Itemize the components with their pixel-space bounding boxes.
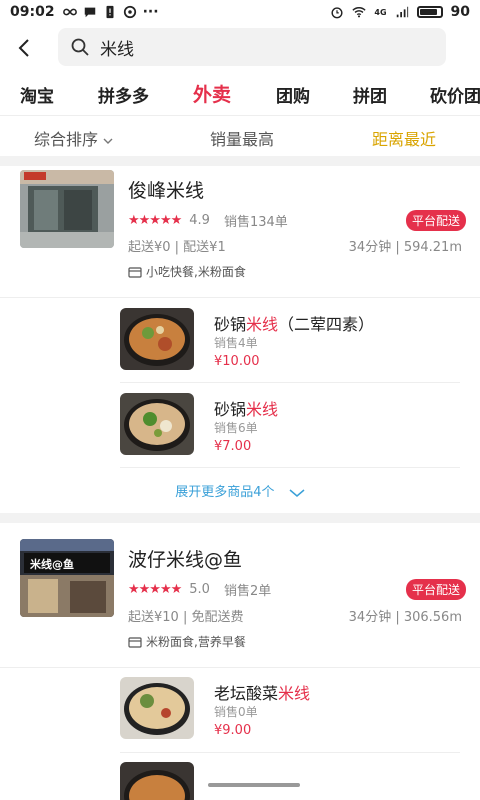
sort-comprehensive[interactable]: 综合排序 <box>34 126 113 150</box>
divider <box>120 467 460 468</box>
dish-sales: 销售6单 <box>214 421 258 435</box>
shop-distance: 34分钟 | 594.21m <box>348 240 462 255</box>
tab-takeout[interactable]: 外卖 <box>193 80 231 107</box>
shop-sales: 销售2单 <box>223 584 272 599</box>
dish-photo <box>120 762 194 800</box>
divider <box>0 667 480 668</box>
store-sign: 米线@鱼 <box>30 558 74 571</box>
dish-name-highlight: 米线 <box>278 684 311 703</box>
storefront-image <box>20 170 114 248</box>
chat-icon <box>84 7 95 18</box>
dish-price: ¥9.00 <box>214 723 252 738</box>
dish-name-prefix: 砂锅 <box>214 315 247 334</box>
search-box[interactable] <box>58 28 446 66</box>
dish-photo <box>120 677 194 739</box>
divider <box>120 382 460 383</box>
shop-name: 俊峰米线 <box>128 180 205 202</box>
sim-alert-icon <box>106 5 114 19</box>
divider <box>120 752 460 753</box>
network-type: 4G <box>374 7 387 17</box>
delivery-fee: 起送¥0 | 配送¥1 <box>128 240 226 255</box>
dish-image <box>120 677 194 739</box>
search-header <box>0 24 480 72</box>
chevron-down-icon <box>103 138 113 144</box>
delivery-fee: 起送¥10 | 免配送费 <box>128 610 244 625</box>
rating-stars: ★★★★★ <box>128 582 182 597</box>
dish-name-suffix: （二荤四素） <box>278 315 375 334</box>
battery-icon <box>416 6 443 18</box>
tab-groupbuy[interactable]: 团购 <box>276 82 310 107</box>
category-text: 小吃快餐,米粉面食 <box>146 265 246 279</box>
signal-icon <box>396 6 408 18</box>
target-icon <box>123 5 136 19</box>
status-right: 4G 90 <box>330 4 470 20</box>
home-indicator[interactable] <box>208 783 300 787</box>
dish-name-highlight: 米线 <box>246 400 279 419</box>
dish-name: 老坛酸菜米线 <box>214 680 310 704</box>
storefront-image <box>20 539 114 617</box>
divider <box>0 513 480 523</box>
sort-bar: 综合排序 销量最高 距离最近 <box>0 116 480 156</box>
dish-name-prefix: 砂锅 <box>214 400 247 419</box>
tab-pintuan[interactable]: 拼团 <box>353 82 387 107</box>
expand-label: 展开更多商品4个 <box>175 485 275 500</box>
tab-pinduoduo[interactable]: 拼多多 <box>98 82 149 107</box>
battery-level: 90 <box>450 4 470 20</box>
wifi-icon <box>352 7 366 18</box>
dish-sales: 销售0单 <box>214 705 258 719</box>
category-tabs: 淘宝 拼多多 外卖 团购 拼团 砍价团 <box>0 72 480 116</box>
divider <box>0 297 480 298</box>
shop-distance: 34分钟 | 306.56m <box>348 610 462 625</box>
shop-rating-row: ★★★★★ 5.0 销售2单 <box>128 580 271 599</box>
rating-stars: ★★★★★ <box>128 213 182 228</box>
dish-sales: 销售4单 <box>214 336 258 350</box>
shop-rating-row: ★★★★★ 4.9 销售134单 <box>128 211 288 230</box>
shop-thumbnail: 米线@鱼 <box>20 539 114 617</box>
dish-price: ¥10.00 <box>214 354 260 369</box>
status-bar: 09:02 ··· 4G 90 <box>0 0 480 24</box>
tab-bargain[interactable]: 砍价团 <box>430 82 480 107</box>
delivery-badge: 平台配送 <box>405 210 466 231</box>
dish-name: 砂锅米线（二荤四素） <box>214 311 374 335</box>
back-button[interactable] <box>0 24 50 72</box>
sort-sales[interactable]: 销量最高 <box>210 126 274 150</box>
rating-value: 4.9 <box>189 213 210 228</box>
rating-value: 5.0 <box>189 582 210 597</box>
dish-name-prefix: 老坛酸菜 <box>214 684 279 703</box>
dish-photo <box>120 308 194 370</box>
chevron-down-icon <box>289 488 305 497</box>
sort-comprehensive-label: 综合排序 <box>34 130 99 149</box>
divider <box>0 156 480 166</box>
status-time: 09:02 <box>10 4 55 20</box>
category-text: 米粉面食,营养早餐 <box>146 635 246 649</box>
shop-thumbnail <box>20 170 114 248</box>
category-icon <box>128 636 142 648</box>
chevron-left-icon <box>18 39 29 57</box>
shop-name: 波仔米线@鱼 <box>128 549 243 571</box>
dish-photo <box>120 393 194 455</box>
alarm-icon <box>331 7 343 19</box>
delivery-badge: 平台配送 <box>405 579 466 600</box>
dish-name-highlight: 米线 <box>246 315 279 334</box>
dish-name: 砂锅米线 <box>214 396 278 420</box>
dish-image <box>120 393 194 455</box>
tab-taobao[interactable]: 淘宝 <box>20 82 54 107</box>
infinity-icon <box>62 8 77 16</box>
shop-sales: 销售134单 <box>223 215 288 230</box>
search-icon <box>71 38 89 56</box>
expand-more-button[interactable]: 展开更多商品4个 <box>0 481 480 500</box>
shop-categories: 米粉面食,营养早餐 <box>128 633 246 650</box>
dish-price: ¥7.00 <box>214 439 252 454</box>
category-icon <box>128 266 142 278</box>
more-dots-icon: ··· <box>142 4 159 20</box>
shop-categories: 小吃快餐,米粉面食 <box>128 263 246 280</box>
sort-distance[interactable]: 距离最近 <box>372 126 436 150</box>
dish-image <box>120 762 194 800</box>
notification-icons: ··· <box>62 4 159 20</box>
dish-image <box>120 308 194 370</box>
search-input[interactable] <box>100 37 400 57</box>
